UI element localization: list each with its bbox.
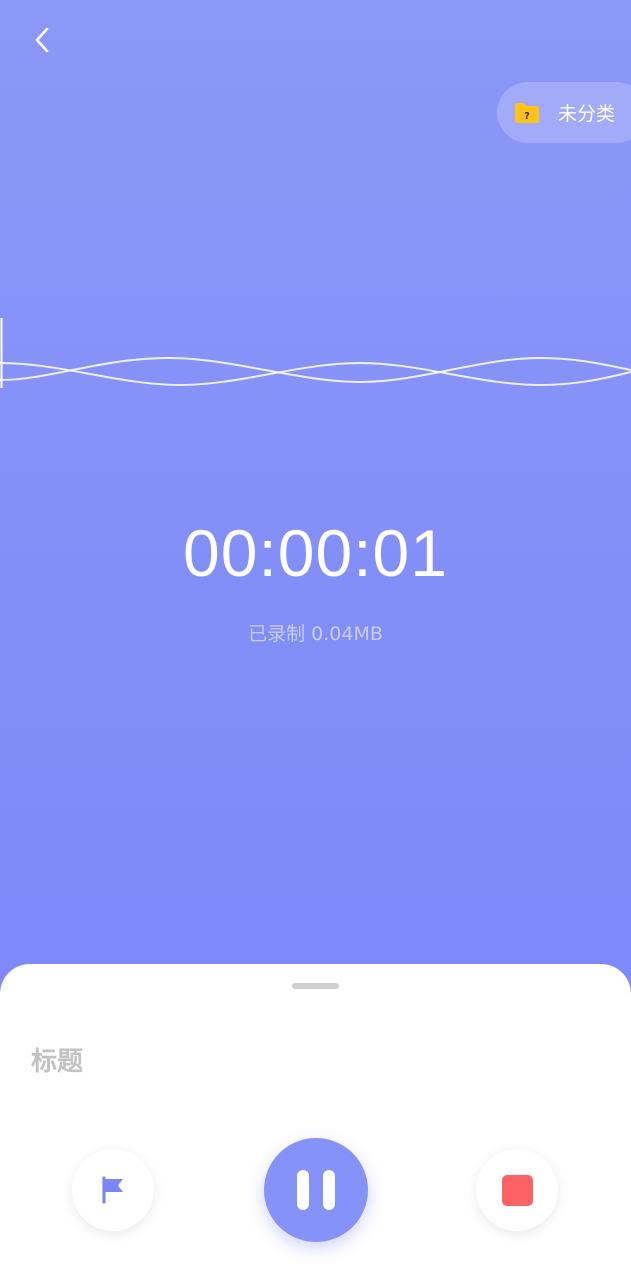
back-button[interactable] [22,20,62,60]
audio-waveform [0,318,631,388]
bottom-sheet [0,964,631,1280]
recording-timer: 00:00:01 [183,516,448,590]
category-selector[interactable]: ? 未分类 [497,82,631,143]
recorded-size: 已录制 0.04MB [248,623,383,645]
title-input[interactable] [31,1038,591,1086]
stop-button[interactable] [476,1149,558,1231]
folder-unknown-icon: ? [514,102,540,124]
pause-icon [297,1170,335,1210]
pause-button[interactable] [264,1138,368,1242]
sheet-drag-handle[interactable] [292,983,339,989]
waveform-wave-2 [0,356,631,384]
chevron-left-icon [35,27,49,53]
category-label: 未分类 [558,103,616,125]
recording-screen: ? 未分类 00:00:01 已录制 0.04MB [0,0,631,1280]
mark-button[interactable] [72,1149,154,1231]
stop-icon [501,1174,533,1206]
svg-text:?: ? [524,111,530,122]
flag-icon [102,1176,123,1204]
